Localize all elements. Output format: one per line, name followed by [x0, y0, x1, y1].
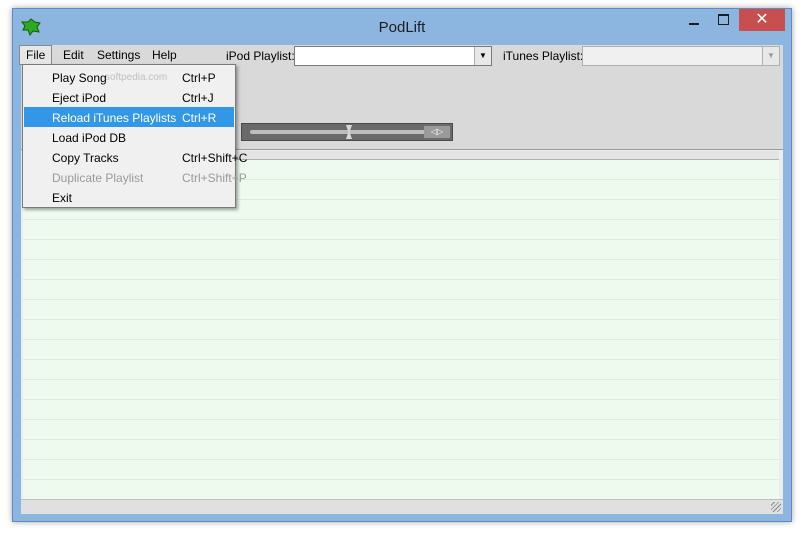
resize-grip-icon[interactable]: [771, 502, 781, 512]
menu-item-label: Eject iPod: [52, 91, 107, 105]
menu-edit[interactable]: Edit: [63, 48, 84, 62]
menu-item-label: Load iPod DB: [52, 131, 127, 145]
menu-item-label: Play Song: [52, 71, 107, 85]
maximize-icon[interactable]: [710, 9, 736, 31]
menu-item-shortcut: Ctrl+P: [182, 71, 216, 85]
chevron-down-icon[interactable]: ▼: [762, 47, 779, 65]
close-icon[interactable]: ✕: [739, 9, 785, 31]
menu-item-reload-itunes-playlists[interactable]: Reload iTunes Playlists Ctrl+R: [24, 107, 234, 127]
menu-item-shortcut: Ctrl+Shift+C: [182, 151, 248, 165]
file-menu-dropdown: softpedia.com Play Song Ctrl+P Eject iPo…: [22, 64, 247, 208]
menu-settings[interactable]: Settings: [97, 48, 140, 62]
menu-item-copy-tracks[interactable]: Copy Tracks Ctrl+Shift+C: [24, 147, 247, 167]
menu-item-shortcut: Ctrl+J: [182, 91, 214, 105]
ipod-playlist-label: iPod Playlist:: [226, 49, 295, 63]
menu-item-play-song[interactable]: Play Song Ctrl+P: [24, 67, 234, 87]
itunes-playlist-label: iTunes Playlist:: [503, 49, 584, 63]
menu-item-load-ipod-db[interactable]: Load iPod DB: [24, 127, 234, 147]
chevron-down-icon[interactable]: ▼: [474, 47, 491, 65]
seek-track[interactable]: [250, 130, 426, 134]
track-list[interactable]: [23, 159, 779, 508]
menu-help[interactable]: Help: [152, 48, 177, 62]
menu-item-shortcut: Ctrl+Shift+P: [182, 171, 247, 185]
menu-item-duplicate-playlist: Duplicate Playlist Ctrl+Shift+P: [24, 167, 247, 187]
menu-item-label: Duplicate Playlist: [52, 171, 144, 185]
seek-bar[interactable]: ◁▷: [241, 123, 453, 141]
menu-file[interactable]: File: [19, 45, 53, 65]
menu-item-label: Copy Tracks: [52, 151, 119, 165]
menu-item-eject-ipod[interactable]: Eject iPod Ctrl+J: [24, 87, 234, 107]
menu-item-shortcut: Ctrl+R: [182, 111, 217, 125]
menu-item-label: Exit: [52, 191, 73, 205]
title-bar[interactable]: PodLift ✕: [13, 9, 791, 45]
ipod-playlist-select[interactable]: ▼: [294, 46, 492, 66]
window-title: PodLift: [378, 19, 426, 36]
menu-item-label: Reload iTunes Playlists: [52, 111, 177, 125]
menu-item-exit[interactable]: Exit: [24, 187, 234, 207]
seek-buttons-icon[interactable]: ◁▷: [424, 126, 450, 138]
itunes-playlist-select[interactable]: ▼: [582, 46, 780, 66]
status-bar: [21, 499, 783, 514]
minimize-icon[interactable]: [681, 9, 707, 31]
